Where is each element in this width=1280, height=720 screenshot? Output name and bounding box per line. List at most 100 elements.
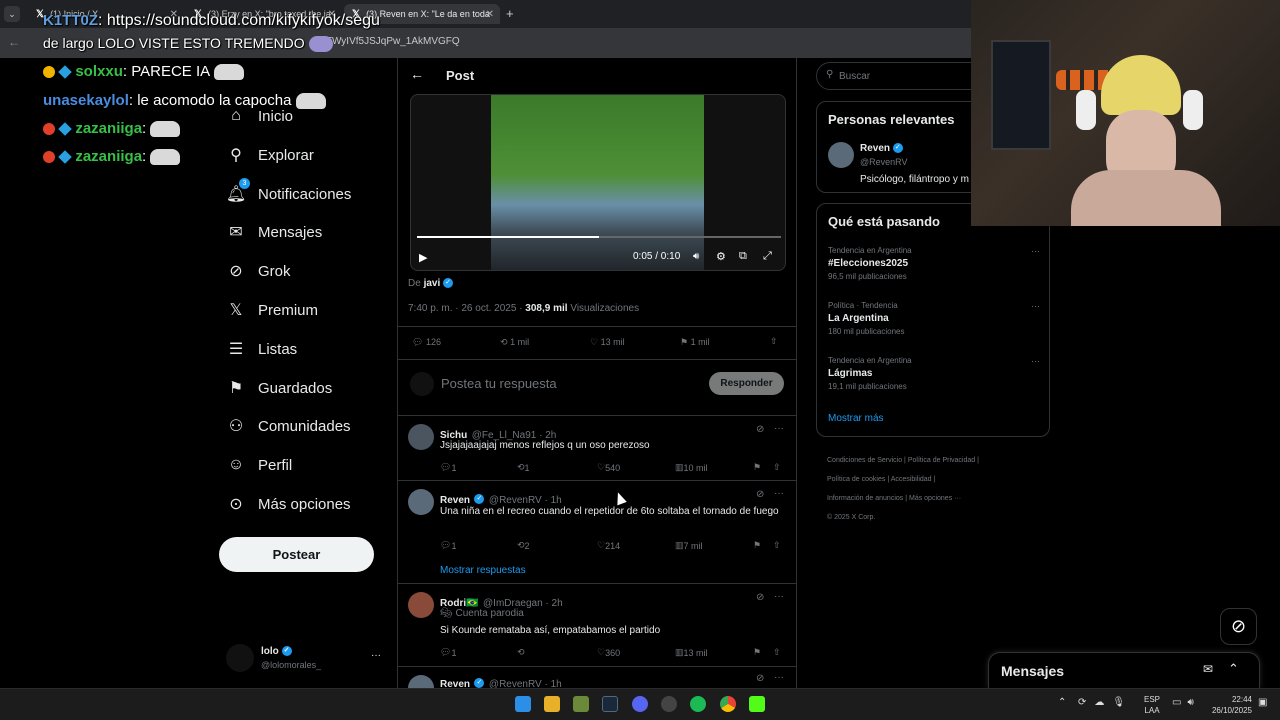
footer-link[interactable]: Más opciones ··· [909,495,961,502]
chrome-icon[interactable] [720,696,736,712]
nav-item-mensajes[interactable]: ✉ Mensajes [226,220,322,244]
grok-float-button[interactable]: ⊘ [1220,608,1257,645]
reply-button[interactable]: 💬︎ 1 [440,540,456,551]
search-input[interactable]: Buscar [839,71,870,82]
trend-item[interactable]: Tendencia en Argentina Lágrimas 19,1 mil… [828,356,1040,400]
tray-chevron-icon[interactable]: ⌃ [1058,697,1066,708]
close-icon[interactable]: ✕ [486,9,494,20]
show-more-link[interactable]: Mostrar más [828,413,884,424]
more-icon[interactable]: ··· [774,672,784,683]
volume-icon[interactable]: 🔊︎ [693,251,699,262]
nav-item-mas-opciones[interactable]: ⊙ Más opciones [226,492,350,516]
attribution-name[interactable]: javi [424,278,441,289]
views-button[interactable]: ▥ 10 mil [675,462,708,473]
nav-item-comunidades[interactable]: ⚇ Comunidades [226,414,351,438]
spotify-icon[interactable] [690,696,706,712]
more-icon[interactable]: ··· [774,423,784,434]
footer-link[interactable]: Accesibilidad [891,476,932,483]
reply-button[interactable]: 💬︎ 126 [412,337,441,348]
tray-icons[interactable]: ⟳☁🎙︎ [1078,697,1133,708]
repost-button[interactable]: ⟲ 1 [517,462,530,473]
nav-item-listas[interactable]: ☰ Listas [226,337,297,361]
bookmark-icon[interactable]: ⚑ [753,647,761,658]
share-icon[interactable]: ⇧ [770,336,778,347]
more-icon[interactable]: ··· [1031,246,1040,256]
account-switcher[interactable]: lolo ✓ @lolomorales_ ··· [226,644,386,676]
nav-item-notificaciones[interactable]: 🔔︎ 3 Notificaciones [226,178,351,206]
nav-item-explorar[interactable]: ⚲ Explorar [226,143,314,167]
clock[interactable]: 22:44 26/10/2025 [1206,694,1252,716]
new-message-icon[interactable]: ✉ [1203,662,1213,676]
discord-icon[interactable] [632,696,648,712]
pip-icon[interactable]: ⧉ [739,250,747,263]
tab-list-button[interactable]: ⌄ [4,6,20,22]
like-button[interactable]: ♡ 13 mil [590,337,625,348]
grok-icon[interactable]: ⊘ [756,673,764,684]
footer-link[interactable]: Información de anuncios [827,495,903,502]
repost-button[interactable]: ⟲ 1 mil [500,337,529,348]
reply-item[interactable]: Sichu @Fe_Ll_Na91 · 2h ⊘ ··· Jsjajajaaja… [398,415,796,479]
grok-icon[interactable]: ⊘ [756,592,764,603]
expand-icon[interactable]: ⌃ [1228,661,1239,677]
more-icon[interactable]: ··· [774,591,784,602]
repost-button[interactable]: ⟲ [517,647,525,658]
reply-input[interactable]: Postea tu respuesta [441,376,557,391]
trend-item[interactable]: Tendencia en Argentina #Elecciones2025 9… [828,246,1040,290]
nav-item-perfil[interactable]: ☺ Perfil [226,453,292,477]
steam-icon[interactable] [602,696,618,712]
post-button[interactable]: Postear [219,537,374,572]
like-button[interactable]: ♡ 360 [597,647,620,658]
reply-item[interactable]: Reven ✓ @RevenRV · 1h ⊘ ··· Una niña en … [398,480,796,582]
person-name[interactable]: Reven [860,143,890,154]
footer-link[interactable]: Política de cookies [827,476,885,483]
more-icon[interactable]: ··· [1031,356,1040,366]
search-box[interactable]: ⚲ Buscar [816,62,996,90]
back-arrow-icon[interactable]: ← [410,66,424,82]
kick-icon[interactable] [749,696,765,712]
nav-item-grok[interactable]: ⊘ Grok [226,259,290,283]
app-icon[interactable] [661,696,677,712]
more-icon[interactable]: ··· [371,650,381,661]
share-icon[interactable]: ⇧ [773,647,781,658]
reply-button[interactable]: 💬︎ 1 [440,647,456,658]
reply-button[interactable]: 💬︎ 1 [440,462,456,473]
grok-icon[interactable]: ⊘ [756,489,764,500]
start-icon[interactable] [515,696,531,712]
share-icon[interactable]: ⇧ [773,540,781,551]
bookmark-button[interactable]: ⚑ 1 mil [680,337,710,348]
share-icon[interactable]: ⇧ [773,462,781,473]
messages-drawer[interactable]: Mensajes ✉ ⌃ [988,652,1260,688]
show-replies-link[interactable]: Mostrar respuestas [440,565,526,576]
language-indicator[interactable]: ESP LAA [1144,694,1160,716]
reply-author[interactable]: Reven [440,679,470,688]
settings-icon[interactable]: ⚙ [716,250,726,263]
trend-item[interactable]: Política · Tendencia La Argentina 180 mi… [828,301,1040,345]
grok-icon[interactable]: ⊘ [756,424,764,435]
views-button[interactable]: ▥ 13 mil [675,647,708,658]
new-tab-button[interactable]: + [506,6,514,21]
bookmark-icon[interactable]: ⚑ [753,540,761,551]
like-button[interactable]: ♡ 540 [597,462,620,473]
back-icon[interactable]: ← [8,35,20,49]
like-button[interactable]: ♡ 214 [597,540,620,551]
footer-link[interactable]: Condiciones de Servicio [827,457,902,464]
reply-submit-button[interactable]: Responder [709,372,784,395]
play-icon[interactable]: ▶ [419,251,427,264]
nav-item-guardados[interactable]: ⚑ Guardados [226,376,332,400]
nav-item-premium[interactable]: 𝕏 Premium [226,298,318,322]
bookmark-icon[interactable]: ⚑ [753,462,761,473]
video-progress-track[interactable] [417,236,781,238]
notification-center-icon[interactable]: ▣ [1258,697,1267,708]
network-sound-icons[interactable]: ▭🔊︎ [1172,697,1200,708]
video-player[interactable]: ▶ 0:05 / 0:10 🔊︎ ⚙ ⧉ ⤢ [410,94,786,271]
app-icon[interactable] [573,696,589,712]
file-explorer-icon[interactable] [544,696,560,712]
more-icon[interactable]: ··· [1031,301,1040,311]
footer-link[interactable]: Política de Privacidad [908,457,975,464]
views-button[interactable]: ▥ 7 mil [675,540,703,551]
fullscreen-icon[interactable]: ⤢ [763,250,772,263]
repost-button[interactable]: ⟲ 2 [517,540,530,551]
reply-item[interactable]: Reven ✓ @RevenRV · 1h ⊘ ··· [398,666,796,688]
reply-item[interactable]: Rodri🇧🇷 @ImDraegan · 2h 🎭︎ Cuenta parodi… [398,583,796,665]
more-icon[interactable]: ··· [774,488,784,499]
